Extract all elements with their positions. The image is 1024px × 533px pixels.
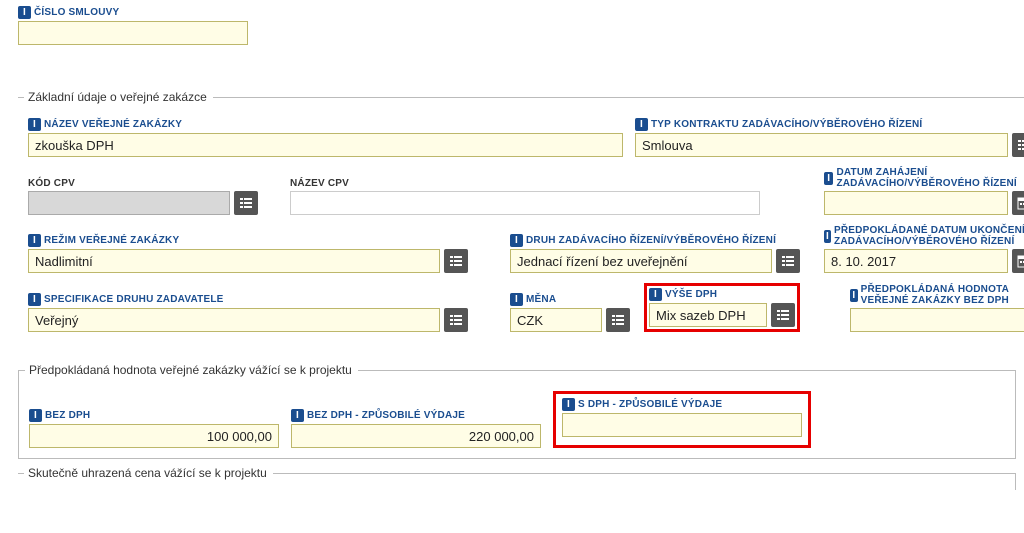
procedure-list-button[interactable] bbox=[776, 249, 800, 273]
contract-type-input[interactable] bbox=[635, 133, 1008, 157]
list-icon bbox=[449, 254, 463, 268]
info-icon: i bbox=[824, 172, 833, 185]
currency-list-button[interactable] bbox=[606, 308, 630, 332]
start-date-input[interactable] bbox=[824, 191, 1008, 215]
cpv-code-label: KÓD CPV bbox=[28, 178, 258, 189]
info-icon: i bbox=[29, 409, 42, 422]
procedure-input[interactable] bbox=[510, 249, 772, 273]
info-icon: i bbox=[562, 398, 575, 411]
list-icon bbox=[611, 313, 625, 327]
vat-rate-list-button[interactable] bbox=[771, 303, 795, 327]
info-icon: i bbox=[291, 409, 304, 422]
cpv-code-list-button[interactable] bbox=[234, 191, 258, 215]
expected-value-label: i PŘEDPOKLÁDANÁ HODNOTA VEŘEJNÉ ZAKÁZKY … bbox=[850, 284, 1024, 306]
info-icon: i bbox=[649, 288, 662, 301]
list-icon bbox=[1017, 138, 1024, 152]
with-vat-highlight: i S DPH - ZPŮSOBILÉ VÝDAJE bbox=[553, 391, 811, 448]
name-input[interactable] bbox=[28, 133, 623, 157]
expected-end-calendar-button[interactable] bbox=[1012, 249, 1024, 273]
contract-number-input[interactable] bbox=[18, 21, 248, 45]
actual-paid-legend: Skutečně uhrazená cena vážící se k proje… bbox=[24, 466, 273, 480]
list-icon bbox=[449, 313, 463, 327]
info-icon: i bbox=[510, 293, 523, 306]
info-icon: i bbox=[28, 293, 41, 306]
start-date-calendar-button[interactable] bbox=[1012, 191, 1024, 215]
contract-number-label: i ČÍSLO SMLOUVY bbox=[18, 6, 248, 19]
with-vat-eligible-input[interactable] bbox=[562, 413, 802, 437]
info-icon: i bbox=[850, 289, 858, 302]
procedure-label: i DRUH ZADÁVACÍHO ŘÍZENÍ/VÝBĚROVÉHO ŘÍZE… bbox=[510, 234, 800, 247]
vat-rate-label: i VÝŠE DPH bbox=[649, 288, 795, 301]
contract-type-list-button[interactable] bbox=[1012, 133, 1024, 157]
cpv-name-label: NÁZEV CPV bbox=[290, 178, 760, 189]
name-label: i NÁZEV VEŘEJNÉ ZAKÁZKY bbox=[28, 118, 623, 131]
regime-label: i REŽIM VEŘEJNÉ ZAKÁZKY bbox=[28, 234, 468, 247]
regime-list-button[interactable] bbox=[444, 249, 468, 273]
expected-end-input[interactable] bbox=[824, 249, 1008, 273]
list-icon bbox=[776, 308, 790, 322]
info-icon: i bbox=[510, 234, 523, 247]
vat-rate-input[interactable] bbox=[649, 303, 767, 327]
contract-type-label: i TYP KONTRAKTU ZADÁVACÍHO/VÝBĚROVÉHO ŘÍ… bbox=[635, 118, 1024, 131]
project-value-legend: Předpokládaná hodnota veřejné zakázky vá… bbox=[25, 363, 358, 377]
basic-legend: Základní údaje o veřejné zakázce bbox=[24, 90, 213, 104]
cpv-code-input[interactable] bbox=[28, 191, 230, 215]
calendar-icon bbox=[1017, 196, 1024, 210]
with-vat-eligible-label: i S DPH - ZPŮSOBILÉ VÝDAJE bbox=[562, 398, 802, 411]
authority-input[interactable] bbox=[28, 308, 440, 332]
cpv-name-input[interactable] bbox=[290, 191, 760, 215]
info-icon: i bbox=[635, 118, 648, 131]
list-icon bbox=[781, 254, 795, 268]
without-vat-eligible-label: i BEZ DPH - ZPŮSOBILÉ VÝDAJE bbox=[291, 409, 541, 422]
currency-input[interactable] bbox=[510, 308, 602, 332]
authority-list-button[interactable] bbox=[444, 308, 468, 332]
info-icon: i bbox=[28, 118, 41, 131]
list-icon bbox=[239, 196, 253, 210]
info-icon: i bbox=[18, 6, 31, 19]
info-icon: i bbox=[28, 234, 41, 247]
without-vat-eligible-input[interactable] bbox=[291, 424, 541, 448]
expected-value-input[interactable] bbox=[850, 308, 1024, 332]
without-vat-input[interactable] bbox=[29, 424, 279, 448]
currency-label: i MĚNA bbox=[510, 293, 630, 306]
regime-input[interactable] bbox=[28, 249, 440, 273]
vat-rate-highlight: i VÝŠE DPH bbox=[644, 283, 800, 332]
info-icon: i bbox=[824, 230, 831, 243]
without-vat-label: i BEZ DPH bbox=[29, 409, 279, 422]
authority-label: i SPECIFIKACE DRUHU ZADAVATELE bbox=[28, 293, 468, 306]
calendar-icon bbox=[1017, 254, 1024, 268]
expected-end-label: i PŘEDPOKLÁDANÉ DATUM UKONČENÍ ZADÁVACÍH… bbox=[824, 225, 1024, 247]
start-date-label: i DATUM ZAHÁJENÍ ZADÁVACÍHO/VÝBĚROVÉHO Ř… bbox=[824, 167, 1024, 189]
